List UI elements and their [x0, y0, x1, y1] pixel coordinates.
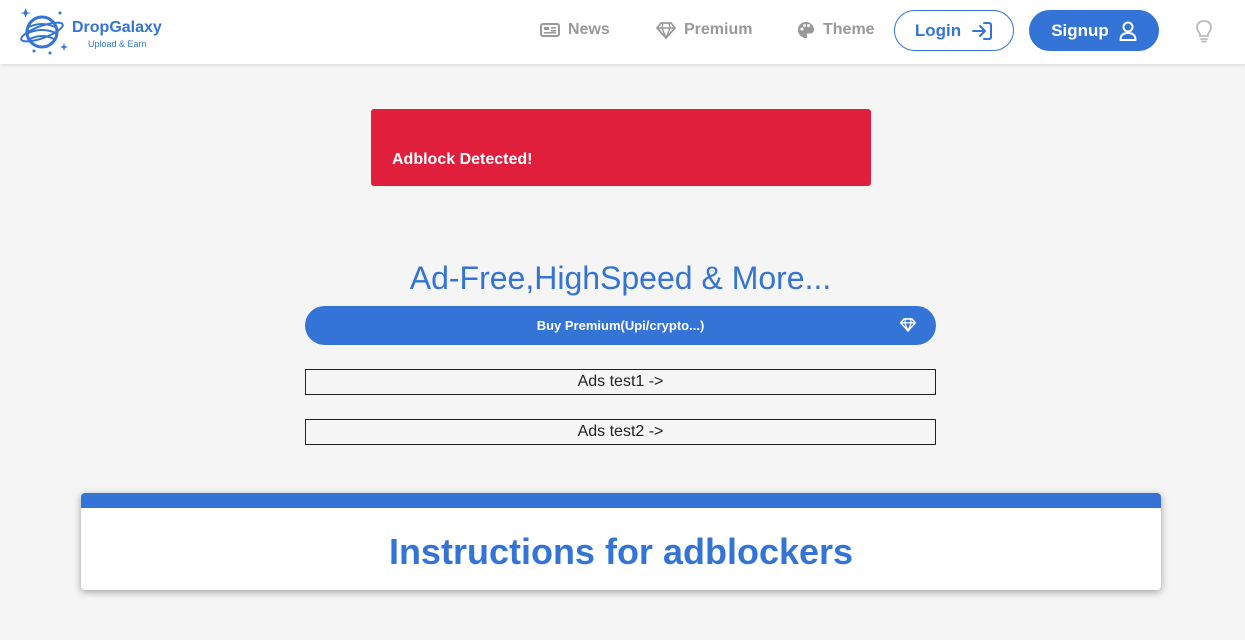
ads-test1-button[interactable]: Ads test1 -> [305, 369, 936, 395]
buy-premium-label: Buy Premium(Upi/crypto...) [536, 318, 705, 333]
sign-in-icon [972, 21, 993, 40]
ads-test2-button[interactable]: Ads test2 -> [305, 419, 936, 445]
nav-theme-label: Theme [823, 21, 875, 38]
buy-premium-button[interactable]: Buy Premium(Upi/crypto...) [305, 306, 936, 345]
ads-test2-label: Ads test2 -> [577, 423, 664, 440]
newspaper-icon [540, 23, 560, 37]
nav-premium-link[interactable]: Premium [656, 18, 752, 42]
signup-button[interactable]: Signup [1029, 10, 1159, 51]
diamond-icon [656, 22, 676, 39]
nav-news-link[interactable]: News [540, 18, 610, 42]
login-button[interactable]: Login [894, 10, 1014, 51]
nav-news-label: News [568, 21, 610, 38]
brand-logo[interactable]: DropGalaxy Upload & Earn [20, 5, 170, 59]
ads-test1-label: Ads test1 -> [577, 373, 664, 390]
brand-tagline: Upload & Earn [88, 39, 147, 49]
adblock-alert: Adblock Detected! [371, 109, 871, 186]
nav-theme-link[interactable]: Theme [797, 18, 875, 42]
signup-label: Signup [1051, 20, 1109, 40]
premium-headline: Ad-Free,HighSpeed & More... [409, 260, 832, 296]
diamond-icon [900, 318, 916, 332]
nav-premium-label: Premium [684, 21, 753, 38]
brand-name: DropGalaxy [72, 19, 162, 36]
adblock-alert-message: Adblock Detected! [392, 151, 533, 168]
top-navbar: DropGalaxy Upload & Earn News Premium Th… [0, 0, 1245, 64]
instructions-card-bar [81, 493, 1161, 508]
instructions-card: Instructions for adblockers [81, 493, 1161, 590]
palette-icon [798, 22, 814, 38]
login-label: Login [914, 20, 962, 40]
user-icon [1119, 21, 1137, 41]
instructions-title: Instructions for adblockers [388, 531, 854, 572]
lightbulb-icon[interactable] [1194, 19, 1214, 43]
galaxy-logo-icon [20, 8, 68, 55]
